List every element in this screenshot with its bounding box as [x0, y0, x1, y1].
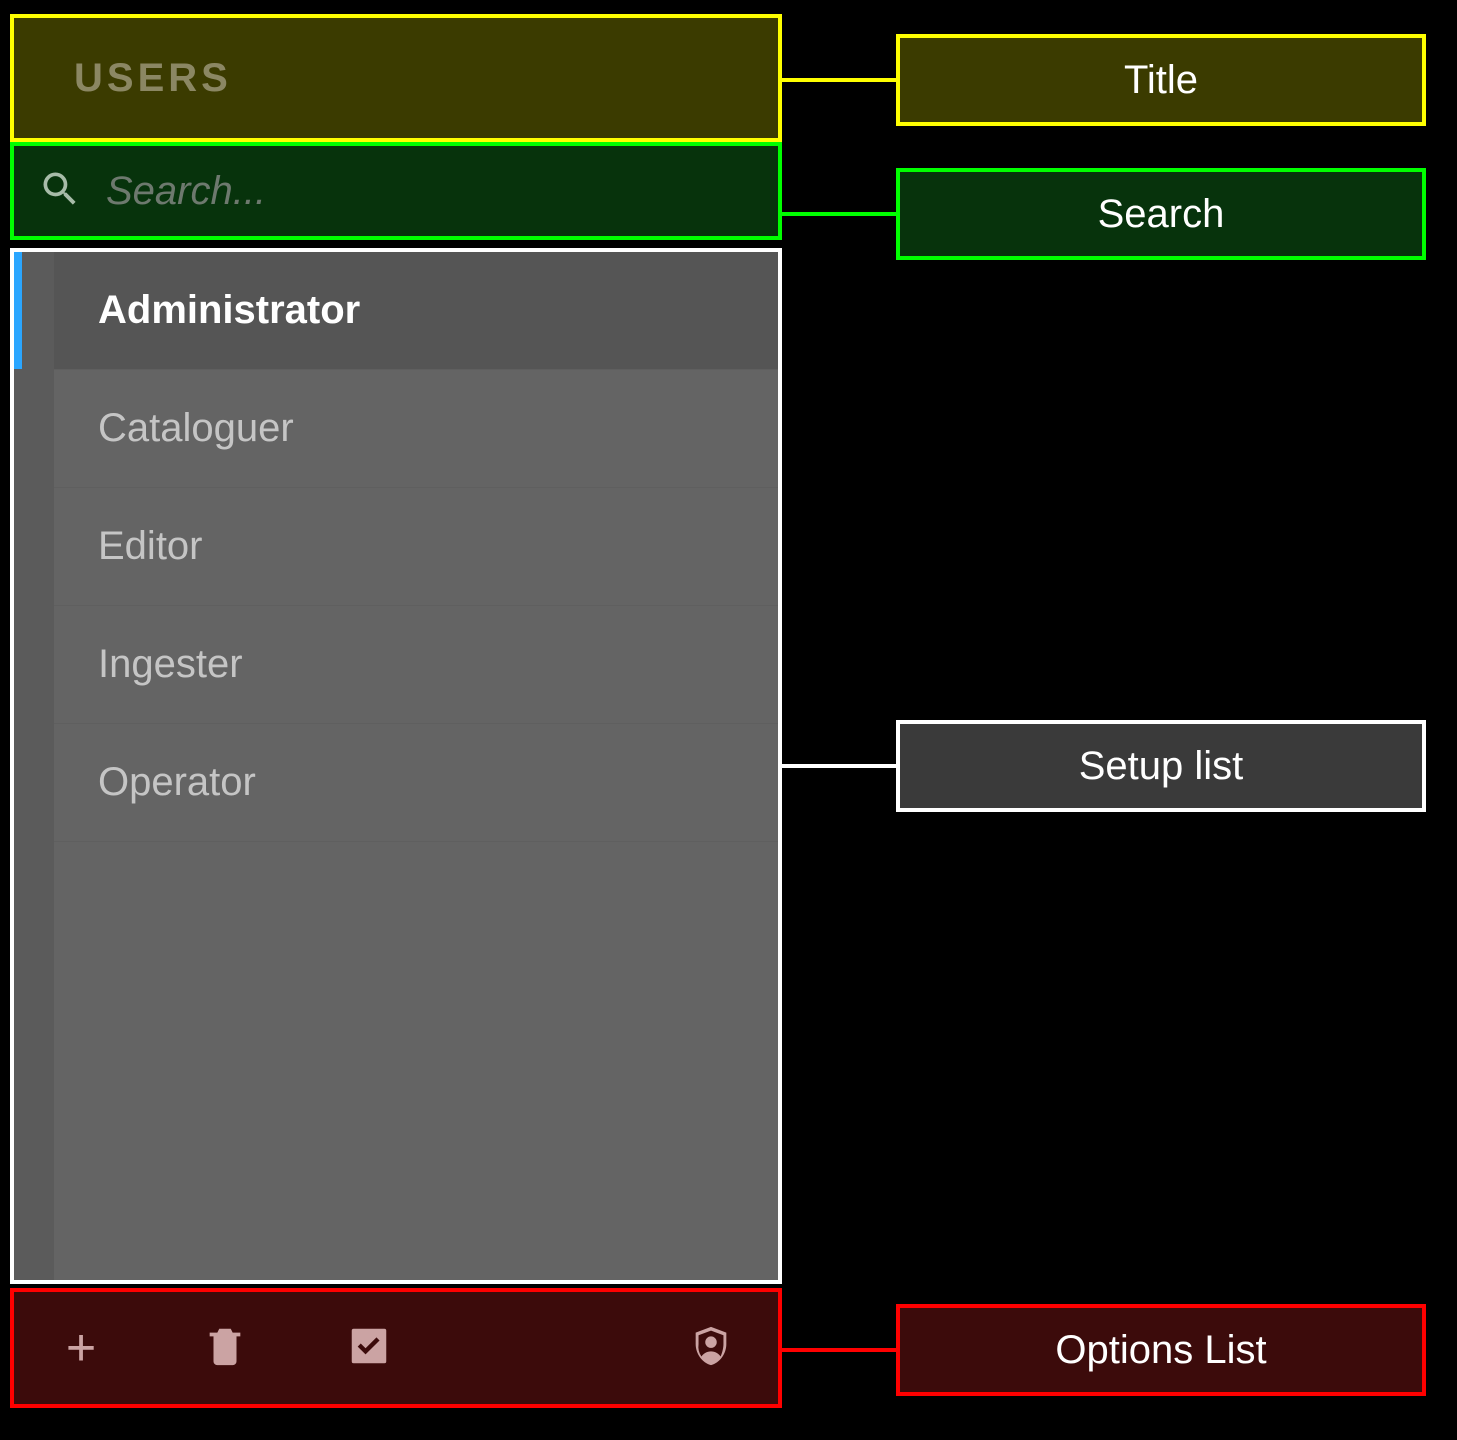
- users-list: Administrator Cataloguer Editor Ingester Ope…: [10, 248, 782, 1284]
- delete-button[interactable]: [198, 1321, 252, 1375]
- callout-title-label: Title: [1124, 58, 1198, 103]
- user-row-label: Operator: [98, 760, 256, 805]
- enable-button[interactable]: [342, 1321, 396, 1375]
- user-row[interactable]: Administrator: [54, 252, 778, 370]
- callout-search-label: Search: [1098, 192, 1225, 237]
- add-button[interactable]: +: [54, 1321, 108, 1375]
- connector-search: [782, 212, 896, 216]
- connector-options: [782, 1348, 896, 1352]
- user-row[interactable]: Operator: [54, 724, 778, 842]
- check-icon: [346, 1323, 392, 1374]
- users-panel: USERS: [10, 14, 782, 240]
- user-row[interactable]: Editor: [54, 488, 778, 606]
- options-bar: +: [10, 1288, 782, 1408]
- connector-title: [782, 78, 896, 82]
- search-input[interactable]: [82, 169, 778, 214]
- user-row-label: Ingester: [98, 642, 243, 687]
- permissions-button[interactable]: [684, 1321, 738, 1375]
- user-row-label: Cataloguer: [98, 406, 294, 451]
- shield-user-icon: [688, 1323, 734, 1374]
- user-row-label: Editor: [98, 524, 203, 569]
- callout-options-label: Options List: [1055, 1328, 1266, 1373]
- panel-title: USERS: [74, 56, 232, 101]
- callout-search: Search: [896, 168, 1426, 260]
- panel-title-bar: USERS: [10, 14, 782, 142]
- selection-accent: [14, 252, 22, 369]
- plus-icon: +: [66, 1322, 96, 1374]
- user-row-label: Administrator: [98, 288, 360, 333]
- user-row[interactable]: Cataloguer: [54, 370, 778, 488]
- callout-options: Options List: [896, 1304, 1426, 1396]
- callout-title: Title: [896, 34, 1426, 126]
- user-row[interactable]: Ingester: [54, 606, 778, 724]
- trash-icon: [202, 1323, 248, 1374]
- callout-list: Setup list: [896, 720, 1426, 812]
- search-icon: [38, 167, 82, 216]
- search-bar[interactable]: [10, 142, 782, 240]
- callout-list-label: Setup list: [1079, 744, 1244, 789]
- connector-list: [782, 764, 896, 768]
